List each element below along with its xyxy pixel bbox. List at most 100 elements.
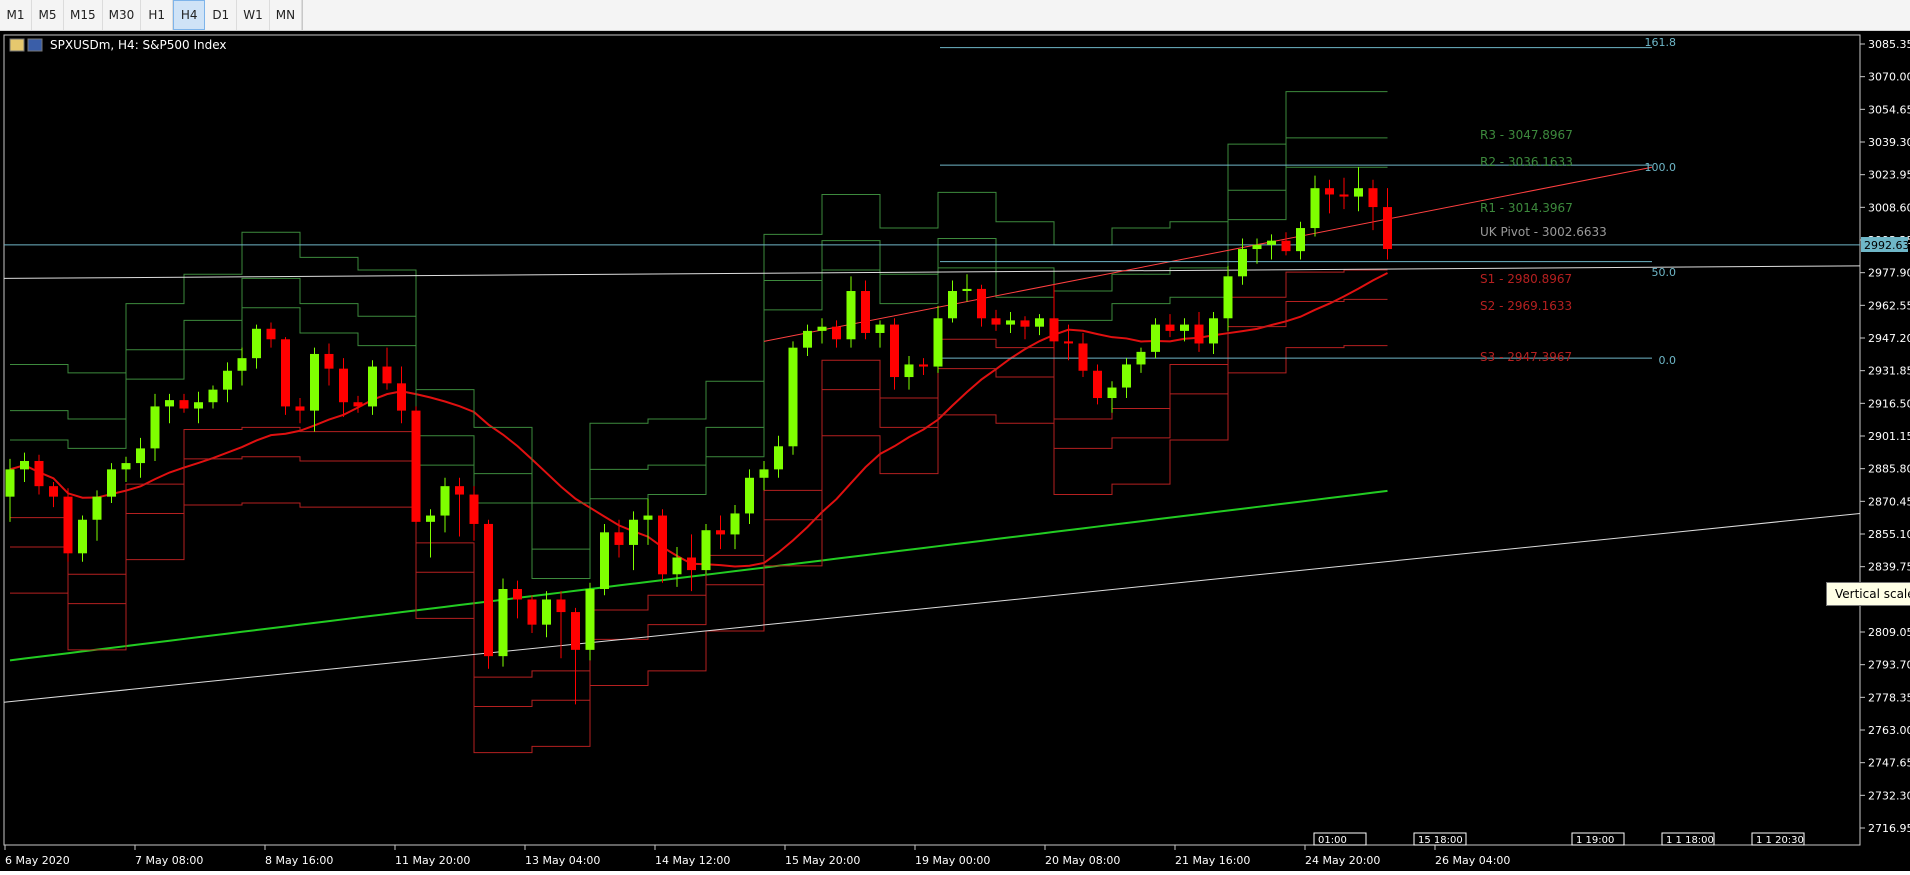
candle-bear bbox=[339, 368, 348, 403]
timeframe-h1-button[interactable]: H1 bbox=[141, 0, 174, 30]
timeframe-d1-button[interactable]: D1 bbox=[205, 0, 238, 30]
candle-bull bbox=[745, 477, 754, 514]
time-marker-label: 01:00 bbox=[1318, 835, 1347, 846]
timeframe-h4-button[interactable]: H4 bbox=[173, 0, 206, 30]
price-tick-label: 3039.30 bbox=[1868, 136, 1910, 149]
price-tick-label: 2763.00 bbox=[1868, 724, 1910, 737]
candle-bull bbox=[542, 599, 551, 625]
pivot-r3-label: R3 - 3047.8967 bbox=[1480, 128, 1573, 142]
candle-bull bbox=[875, 324, 885, 333]
current-price-value: 2992.63 bbox=[1864, 239, 1910, 252]
timeframe-m1-button[interactable]: M1 bbox=[0, 0, 32, 30]
chart-background bbox=[0, 31, 1910, 871]
price-tick-label: 2732.30 bbox=[1868, 789, 1910, 802]
time-tick-label: 21 May 16:00 bbox=[1175, 854, 1250, 867]
price-tick-label: 2931.85 bbox=[1868, 365, 1910, 378]
timeframe-m15-button[interactable]: M15 bbox=[64, 0, 103, 30]
current-price-tag: 2992.63 bbox=[1861, 237, 1910, 252]
chart-icon-2 bbox=[27, 38, 43, 52]
time-tick-label: 13 May 04:00 bbox=[525, 854, 600, 867]
candle-bull bbox=[310, 353, 319, 411]
candle-bull bbox=[846, 291, 856, 340]
candle-bear bbox=[1368, 188, 1378, 208]
candle-bull bbox=[107, 469, 116, 497]
candle-bull bbox=[237, 358, 247, 371]
candle-bear bbox=[411, 410, 421, 522]
candle-bull bbox=[223, 370, 232, 390]
fibo-100-label: 100.0 bbox=[1645, 161, 1677, 174]
price-tick-label: 2916.50 bbox=[1868, 397, 1910, 410]
candle-bear bbox=[1325, 188, 1334, 195]
candle-bull bbox=[1151, 324, 1160, 352]
price-tick-label: 2809.05 bbox=[1868, 626, 1910, 639]
candle-bear bbox=[397, 383, 406, 411]
time-tick-label: 8 May 16:00 bbox=[265, 854, 333, 867]
candle-bull bbox=[121, 463, 131, 470]
time-tick-label: 24 May 20:00 bbox=[1305, 854, 1380, 867]
timeframe-toolbar: M1 M5 M15 M30 H1 H4 D1 W1 MN bbox=[0, 0, 1910, 31]
candle-bull bbox=[92, 496, 102, 520]
candle-bull bbox=[252, 328, 261, 359]
candle-bull bbox=[368, 366, 377, 407]
candle-bear bbox=[1165, 324, 1175, 331]
candle-bull bbox=[1296, 228, 1305, 252]
candle-bull bbox=[1035, 318, 1044, 327]
candle-bull bbox=[701, 530, 711, 571]
candle-bull bbox=[426, 515, 435, 522]
candle-bull bbox=[440, 486, 450, 516]
candle-bear bbox=[1339, 194, 1349, 197]
price-tick-label: 2839.75 bbox=[1868, 561, 1910, 574]
timeframe-mn-button[interactable]: MN bbox=[270, 0, 303, 30]
time-tick-label: 19 May 00:00 bbox=[915, 854, 990, 867]
candle-bear bbox=[919, 364, 928, 367]
candle-bull bbox=[1223, 276, 1233, 319]
candle-bull bbox=[788, 347, 798, 447]
candle-bull bbox=[643, 515, 653, 520]
candle-bear bbox=[295, 406, 305, 411]
candle-bear bbox=[1281, 240, 1291, 252]
candle-bull bbox=[20, 460, 29, 470]
pivot-r1-label: R1 - 3014.3967 bbox=[1480, 201, 1573, 215]
candle-bull bbox=[1107, 387, 1117, 399]
candle-bull bbox=[1310, 188, 1320, 229]
chart-area[interactable]: 3085.35 3070.00 3054.65 3039.30 3023.95 3008.… bbox=[0, 31, 1910, 871]
candle-bear bbox=[991, 318, 1001, 325]
pivot-r2-label: R2 - 3036.1633 bbox=[1480, 155, 1573, 169]
price-chart[interactable]: 3085.35 3070.00 3054.65 3039.30 3023.95 3008.… bbox=[0, 31, 1910, 871]
candle-bear bbox=[34, 460, 44, 487]
candle-bull bbox=[1122, 364, 1131, 388]
fibo-50-label: 50.0 bbox=[1652, 266, 1677, 279]
candle-bear bbox=[382, 366, 392, 384]
chart-symbol-title: SPXUSDm, H4: S&P500 Index bbox=[50, 38, 227, 52]
pivot-s3-label: S3 - 2947.3967 bbox=[1480, 350, 1572, 364]
price-tick-label: 3054.65 bbox=[1868, 103, 1910, 116]
candle-bear bbox=[469, 494, 479, 524]
chart-header: SPXUSDm, H4: S&P500 Index bbox=[9, 38, 227, 52]
candle-bull bbox=[585, 588, 595, 650]
candle-bear bbox=[484, 523, 493, 657]
candle-bull bbox=[803, 330, 812, 348]
candle-bull bbox=[817, 326, 827, 331]
timeframe-m5-button[interactable]: M5 bbox=[32, 0, 64, 30]
time-marker-label: 1 1 20:30 bbox=[1756, 835, 1804, 846]
timeframe-group: M1 M5 M15 M30 H1 H4 D1 W1 MN bbox=[0, 0, 304, 30]
candle-bear bbox=[324, 353, 334, 369]
candle-bear bbox=[614, 532, 624, 545]
timeframe-m30-button[interactable]: M30 bbox=[103, 0, 142, 30]
fibo-161-label: 161.8 bbox=[1645, 36, 1677, 49]
candle-bull bbox=[1006, 320, 1015, 325]
price-tick-label: 3070.00 bbox=[1868, 71, 1910, 84]
candle-bull bbox=[962, 288, 972, 292]
timeframe-w1-button[interactable]: W1 bbox=[237, 0, 270, 30]
time-marker-label: 1 19:00 bbox=[1576, 835, 1614, 846]
candle-bear bbox=[513, 588, 522, 600]
price-tick-label: 2870.45 bbox=[1868, 495, 1910, 508]
candle-bear bbox=[861, 291, 870, 333]
candle-bull bbox=[136, 448, 145, 464]
candle-bear bbox=[1020, 320, 1030, 327]
candle-bear bbox=[1194, 324, 1204, 344]
candle-bear bbox=[556, 599, 566, 613]
candle-bear bbox=[1064, 341, 1073, 344]
candle-bear bbox=[571, 612, 580, 650]
chart-icon bbox=[9, 38, 25, 52]
